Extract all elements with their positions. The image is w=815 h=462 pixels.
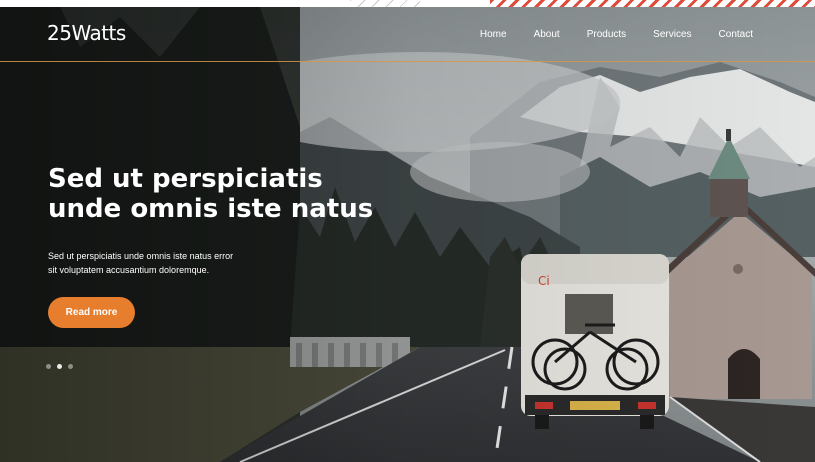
hero-subtitle: Sed ut perspiciatis unde omnis iste natu…	[48, 249, 268, 277]
main-nav: Home About Products Services Contact	[480, 29, 753, 40]
nav-contact[interactable]: Contact	[719, 29, 753, 40]
navbar: 25Watts Home About Products Services Con…	[0, 7, 815, 62]
slider-dot[interactable]	[46, 364, 51, 369]
hero-title-line1: Sed ut perspiciatis	[48, 164, 323, 194]
hero-background-image: Ci	[0, 7, 815, 462]
slider-dot-active[interactable]	[57, 364, 62, 369]
nav-services[interactable]: Services	[653, 29, 691, 40]
hero-title-line2: unde omnis iste natus	[48, 194, 374, 224]
top-hatch-decor-left	[350, 0, 420, 7]
hero-section: Ci 25Watts Home About Products Services …	[0, 7, 815, 462]
top-hatch-decor	[490, 0, 815, 7]
slider-dot[interactable]	[68, 364, 73, 369]
hero-title: Sed ut perspiciatis unde omnis iste natu…	[48, 164, 428, 224]
nav-about[interactable]: About	[534, 29, 560, 40]
hero-subtitle-line2: sit voluptatem accusantium doloremque.	[48, 265, 210, 275]
nav-home[interactable]: Home	[480, 29, 507, 40]
brand-logo[interactable]: 25Watts	[47, 21, 126, 45]
read-more-button[interactable]: Read more	[48, 297, 135, 328]
hero-subtitle-line1: Sed ut perspiciatis unde omnis iste natu…	[48, 251, 234, 261]
nav-products[interactable]: Products	[587, 29, 626, 40]
slider-dots	[46, 364, 73, 369]
